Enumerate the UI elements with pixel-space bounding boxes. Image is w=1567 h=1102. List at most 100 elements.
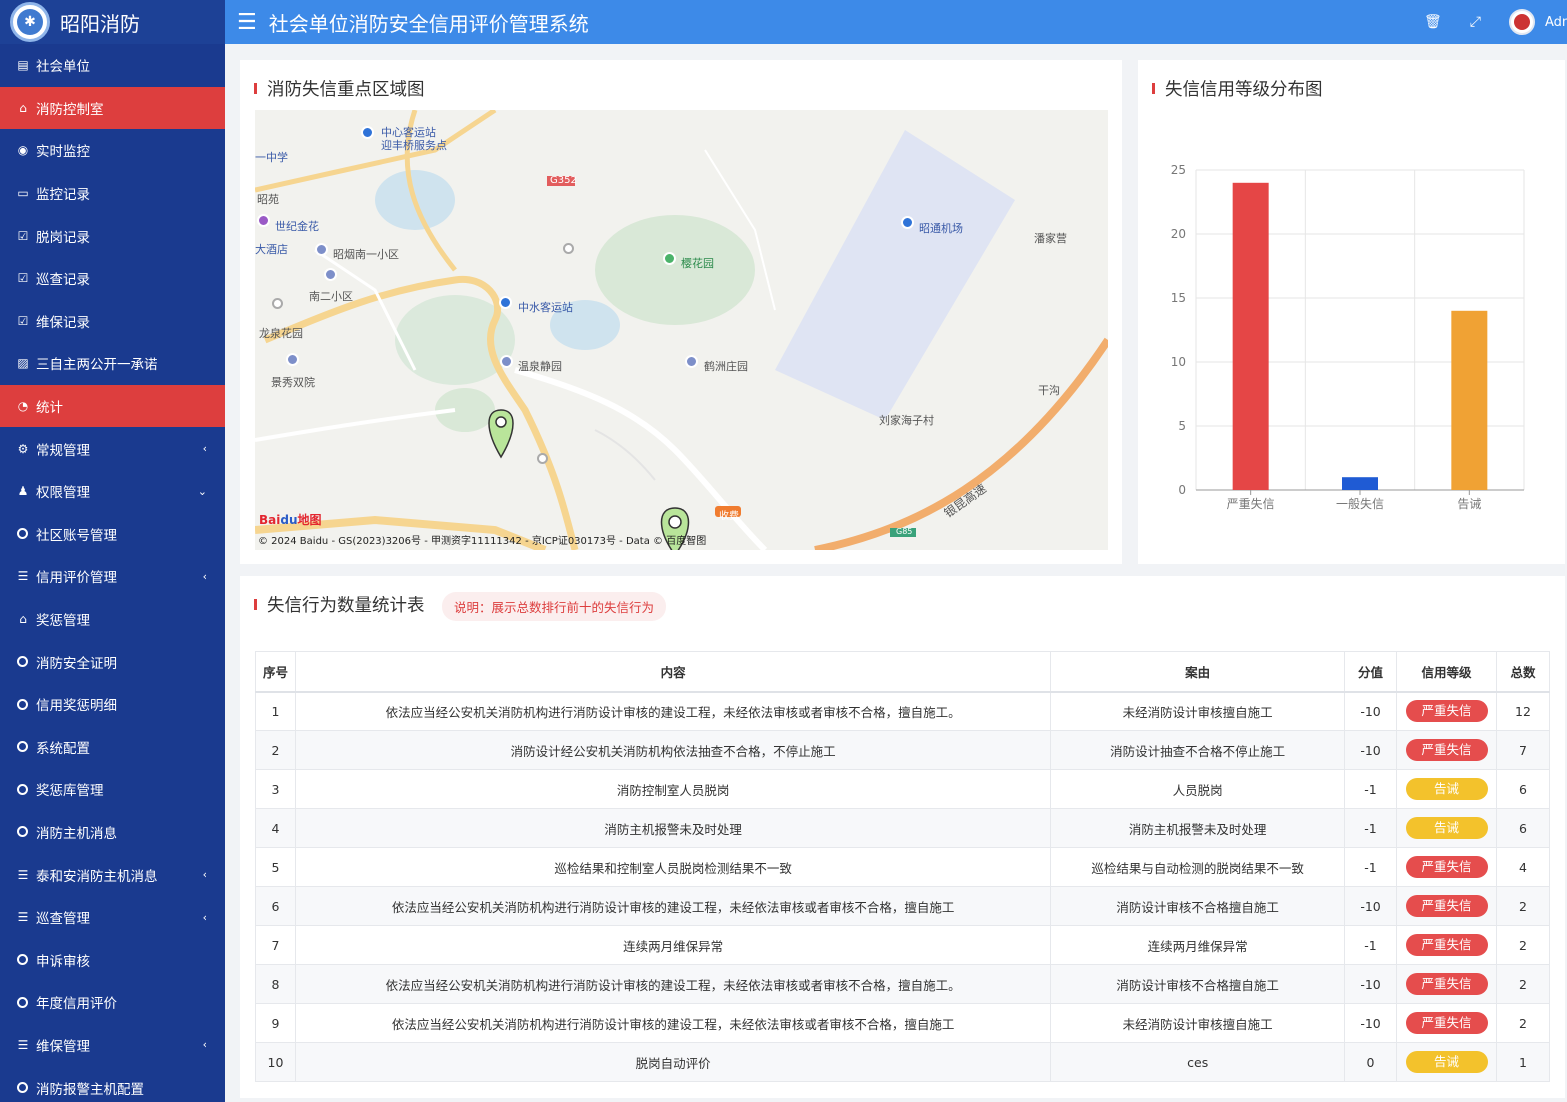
- sidebar-item[interactable]: ▭ 监控记录: [0, 172, 225, 215]
- cell-content: 消防主机报警未及时处理: [294, 808, 1052, 848]
- sidebar-item[interactable]: ▤ 社会单位: [0, 44, 225, 87]
- sidebar-item[interactable]: ◔ 统计: [0, 384, 225, 428]
- cell-total: 2: [1496, 1003, 1550, 1043]
- circle-icon: [17, 741, 28, 753]
- cell-cause: 未经消防设计审核擅自施工: [1050, 1003, 1346, 1043]
- cell-no: 7: [255, 925, 296, 965]
- sidebar-item-label: 信用奖惩明细: [36, 698, 117, 715]
- sidebar-item-label: 消防安全证明: [36, 655, 117, 672]
- cell-level: 严重失信: [1396, 730, 1497, 770]
- map-panel-title-text: 消防失信重点区域图: [267, 80, 425, 100]
- cell-score: -1: [1344, 808, 1398, 848]
- map-label: 龙泉花园: [259, 327, 303, 340]
- column-header[interactable]: 序号: [255, 651, 296, 693]
- sidebar-item[interactable]: 消防报警主机配置: [0, 1066, 225, 1102]
- cell-total: 7: [1496, 730, 1550, 770]
- level-badge: 严重失信: [1405, 934, 1488, 956]
- level-badge: 告诫: [1405, 817, 1488, 839]
- map-panel: 消防失信重点区域图 中心客运站 迎丰桥服务点 一中学 G352 昭苑 世纪金花 …: [240, 60, 1122, 564]
- top-bar: ☰ 社会单位消防安全信用评价管理系统 🗑 ⤢ Admin: [225, 0, 1567, 44]
- cell-cause: 人员脱岗: [1050, 769, 1346, 809]
- sidebar-item[interactable]: ☰ 巡查管理 ‹: [0, 896, 225, 939]
- avatar[interactable]: [1509, 9, 1535, 35]
- map-panel-title: 消防失信重点区域图: [254, 76, 425, 101]
- user-name[interactable]: Admin: [1545, 15, 1567, 30]
- bank-icon: ⌂: [19, 100, 27, 115]
- poi-icon: [563, 243, 574, 254]
- group-icon: ♟: [17, 484, 29, 499]
- map-label: 樱花园: [681, 257, 714, 270]
- cell-level: 严重失信: [1396, 1003, 1497, 1043]
- cell-score: -1: [1344, 769, 1398, 809]
- column-header[interactable]: 案由: [1050, 651, 1346, 693]
- map-view[interactable]: 中心客运站 迎丰桥服务点 一中学 G352 昭苑 世纪金花 大酒店 昭烟南一小区…: [255, 110, 1108, 550]
- column-header[interactable]: 分值: [1344, 651, 1398, 693]
- airport-icon: [901, 216, 914, 229]
- fire-logo-icon: ✱: [10, 2, 50, 42]
- building-icon: ▤: [17, 58, 29, 73]
- sidebar-item[interactable]: ☑ 脱岗记录: [0, 214, 225, 257]
- sidebar-item[interactable]: ♟ 权限管理 ⌄: [0, 470, 225, 513]
- menu-toggle-icon[interactable]: ☰: [237, 10, 257, 35]
- sidebar-item[interactable]: ⌂ 消防控制室: [0, 86, 225, 130]
- cell-level: 告诫: [1396, 769, 1497, 809]
- sidebar-item[interactable]: ☑ 巡查记录: [0, 257, 225, 300]
- sidebar-menu: ▤ 社会单位 ⌂ 消防控制室 ◉ 实时监控 ▭ 监控记录 ☑ 脱岗记录 ☑ 巡查记录 ☑ 维保记录 ▨ 三自主…: [0, 44, 225, 1102]
- sidebar-item[interactable]: 社区账号管理: [0, 513, 225, 556]
- map-label: G85: [896, 527, 913, 536]
- sidebar-item[interactable]: 信用奖惩明细: [0, 683, 225, 726]
- sidebar-item[interactable]: ◉ 实时监控: [0, 129, 225, 172]
- column-header[interactable]: 内容: [294, 651, 1052, 693]
- sidebar-item[interactable]: 系统配置: [0, 726, 225, 769]
- sidebar-item[interactable]: ☰ 信用评价管理 ‹: [0, 555, 225, 598]
- stats-table: 序号 内容 案由 分值 信用等级 总数 1 依法应当经公安机关消防机构进行消防设计审核的建设…: [255, 651, 1550, 1082]
- map-copyright: © 2024 Baidu - GS(2023)3206号 - 甲测资字11111…: [258, 536, 707, 547]
- chevron-left-icon: ‹: [202, 910, 207, 924]
- sidebar-item-label: 奖惩管理: [36, 613, 90, 630]
- list-icon: ☰: [17, 569, 29, 584]
- cell-score: -10: [1344, 691, 1398, 731]
- cell-total: 2: [1496, 886, 1550, 926]
- cell-score: -1: [1344, 925, 1398, 965]
- brand[interactable]: ✱ 昭阳消防: [0, 0, 225, 44]
- sidebar-item[interactable]: 消防安全证明: [0, 640, 225, 683]
- fullscreen-icon[interactable]: ⤢: [1470, 14, 1481, 30]
- level-badge: 严重失信: [1405, 856, 1488, 878]
- level-badge: 严重失信: [1405, 739, 1488, 761]
- map-label: 中水客运站: [518, 301, 573, 314]
- trash-icon[interactable]: 🗑: [1424, 14, 1442, 30]
- y-tick-label: 10: [1171, 355, 1186, 369]
- bank-icon: ⌂: [19, 612, 27, 627]
- sidebar-item[interactable]: 申诉审核: [0, 938, 225, 981]
- sidebar-item[interactable]: 消防主机消息: [0, 811, 225, 854]
- table-row: 1 依法应当经公安机关消防机构进行消防设计审核的建设工程，未经依法审核或者审核不合…: [255, 691, 1550, 731]
- cell-total: 2: [1496, 964, 1550, 1004]
- cell-score: -1: [1344, 847, 1398, 887]
- sidebar-item[interactable]: ⚙ 常规管理 ‹: [0, 427, 225, 470]
- sidebar-item[interactable]: 年度信用评价: [0, 981, 225, 1024]
- cell-content: 依法应当经公安机关消防机构进行消防设计审核的建设工程，未经依法审核或者审核不合格…: [294, 691, 1052, 731]
- column-header[interactable]: 总数: [1496, 651, 1550, 693]
- sidebar-item[interactable]: ⌂ 奖惩管理: [0, 598, 225, 641]
- column-header[interactable]: 信用等级: [1396, 651, 1497, 693]
- table-panel-title: 失信行为数量统计表: [254, 592, 425, 617]
- sidebar-item[interactable]: ☰ 泰和安消防主机消息 ‹: [0, 853, 225, 896]
- chevron-left-icon: ‹: [202, 868, 207, 882]
- level-badge: 严重失信: [1405, 1012, 1488, 1034]
- sidebar-item[interactable]: ☰ 维保管理 ‹: [0, 1024, 225, 1067]
- baidu-logo-part: du: [280, 513, 298, 527]
- sidebar-item[interactable]: ☑ 维保记录: [0, 300, 225, 343]
- sidebar-item[interactable]: ▨ 三自主两公开一承诺: [0, 342, 225, 385]
- sidebar-item-label: 常规管理: [36, 442, 90, 459]
- baidu-logo[interactable]: Baidu地图: [259, 511, 322, 528]
- map-label: 景秀双院: [271, 376, 315, 389]
- table-row: 7 连续两月维保异常 连续两月维保异常 -1 严重失信 2: [255, 925, 1550, 965]
- residence-icon: [286, 353, 299, 366]
- chevron-left-icon: ‹: [202, 1038, 207, 1052]
- level-badge: 告诫: [1405, 1051, 1488, 1073]
- cell-cause: 未经消防设计审核擅自施工: [1050, 691, 1346, 731]
- map-label: 昭烟南一小区: [333, 248, 399, 261]
- chart-panel-title: 失信信用等级分布图: [1152, 76, 1323, 101]
- sidebar-item[interactable]: 奖惩库管理: [0, 768, 225, 811]
- residence-icon: [500, 355, 513, 368]
